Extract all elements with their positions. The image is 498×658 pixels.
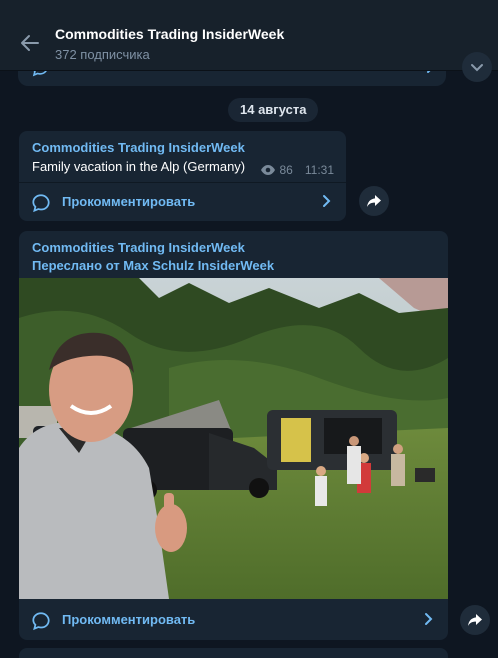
chevron-right-icon — [323, 195, 331, 207]
comment-label: Прокомментировать — [62, 612, 196, 627]
comment-icon — [32, 612, 50, 631]
message-time: 11:31 — [304, 163, 334, 177]
comment-button[interactable]: Прокомментировать — [19, 183, 346, 221]
share-icon — [367, 195, 381, 207]
share-button[interactable] — [359, 186, 389, 216]
message-text: Family vacation in the Alp (Germany) — [32, 159, 246, 174]
chat-header: Commodities Trading InsiderWeek 372 подп… — [0, 0, 498, 71]
subscriber-count: 372 подписчика — [55, 47, 150, 62]
comment-label: Прокомментировать — [62, 194, 196, 209]
eye-icon — [260, 165, 275, 175]
message-author[interactable]: Commodities Trading InsiderWeek — [32, 140, 245, 155]
scroll-button[interactable] — [462, 52, 492, 82]
forwarded-from[interactable]: Переслано от Max Schulz InsiderWeek — [32, 258, 274, 273]
channel-title[interactable]: Commodities Trading InsiderWeek — [55, 26, 284, 42]
message-author[interactable]: Commodities Trading InsiderWeek — [32, 240, 245, 255]
share-icon — [468, 614, 482, 626]
comment-button[interactable]: Прокомментировать — [19, 601, 448, 639]
chevron-down-icon — [471, 64, 483, 72]
view-count: 86 — [279, 163, 293, 177]
date-separator: 14 августа — [228, 98, 319, 122]
share-button[interactable] — [460, 605, 490, 635]
next-message — [19, 648, 448, 658]
message-meta: 86 11:31 — [260, 163, 334, 177]
back-arrow-icon[interactable] — [18, 31, 42, 55]
message-bubble: Commodities Trading InsiderWeek Family v… — [19, 131, 346, 221]
comment-icon — [32, 194, 50, 213]
message-bubble: Commodities Trading InsiderWeek Переслан… — [19, 231, 448, 640]
chevron-right-icon — [425, 613, 433, 625]
photo[interactable] — [19, 278, 448, 599]
